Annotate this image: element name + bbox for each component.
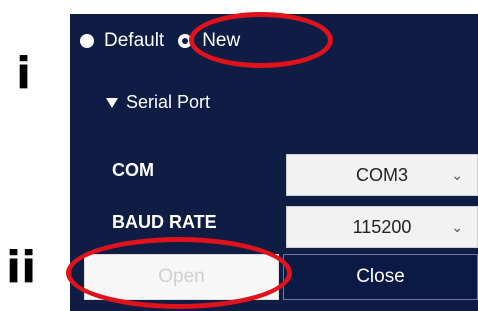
close-button[interactable]: Close	[283, 254, 478, 300]
highlight-ellipse-open	[66, 237, 292, 309]
com-label: COM	[112, 160, 154, 180]
serial-port-section-header[interactable]: Serial Port	[106, 92, 210, 113]
baud-rate-select[interactable]: 115200 ⌄	[286, 206, 478, 248]
step-label-ii: ii	[6, 242, 37, 293]
com-value: COM3	[355, 164, 408, 185]
com-select[interactable]: COM3 ⌄	[286, 154, 478, 196]
step-label-i: i	[16, 48, 32, 99]
highlight-ellipse-new	[189, 12, 333, 68]
radio-default[interactable]: Default	[80, 30, 164, 52]
baud-rate-value: 115200	[352, 216, 412, 237]
baud-rate-label: BAUD RATE	[112, 212, 217, 232]
chevron-down-icon: ⌄	[451, 219, 463, 235]
triangle-down-icon	[106, 97, 118, 108]
serial-port-title: Serial Port	[126, 92, 211, 112]
radio-default-label: Default	[104, 30, 165, 51]
radio-unselected-icon	[80, 34, 94, 48]
chevron-down-icon: ⌄	[451, 167, 463, 183]
